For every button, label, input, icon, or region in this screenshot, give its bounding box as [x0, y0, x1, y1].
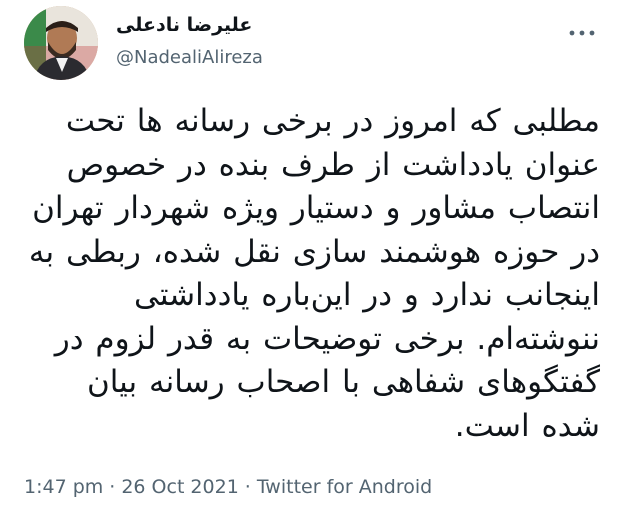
profile-photo-icon — [24, 6, 98, 80]
ellipsis-icon — [569, 30, 595, 36]
author-display-name[interactable]: علیرضا نادعلی — [116, 14, 276, 36]
separator: · — [244, 476, 251, 498]
tweet-text: مطلبی که امروز در برخی رسانه ها تحت عنوا… — [28, 103, 600, 444]
tweet-source[interactable]: Twitter for Android — [257, 476, 432, 498]
tweet-date[interactable]: 26 Oct 2021 — [121, 476, 238, 498]
separator: · — [109, 476, 116, 498]
author-handle[interactable]: @NadealiAlireza — [116, 47, 263, 68]
tweet-metadata: 1:47 pm · 26 Oct 2021 · Twitter for Android — [24, 476, 432, 498]
more-options-button[interactable] — [562, 20, 602, 46]
tweet-time[interactable]: 1:47 pm — [24, 476, 103, 498]
avatar[interactable] — [24, 6, 98, 80]
